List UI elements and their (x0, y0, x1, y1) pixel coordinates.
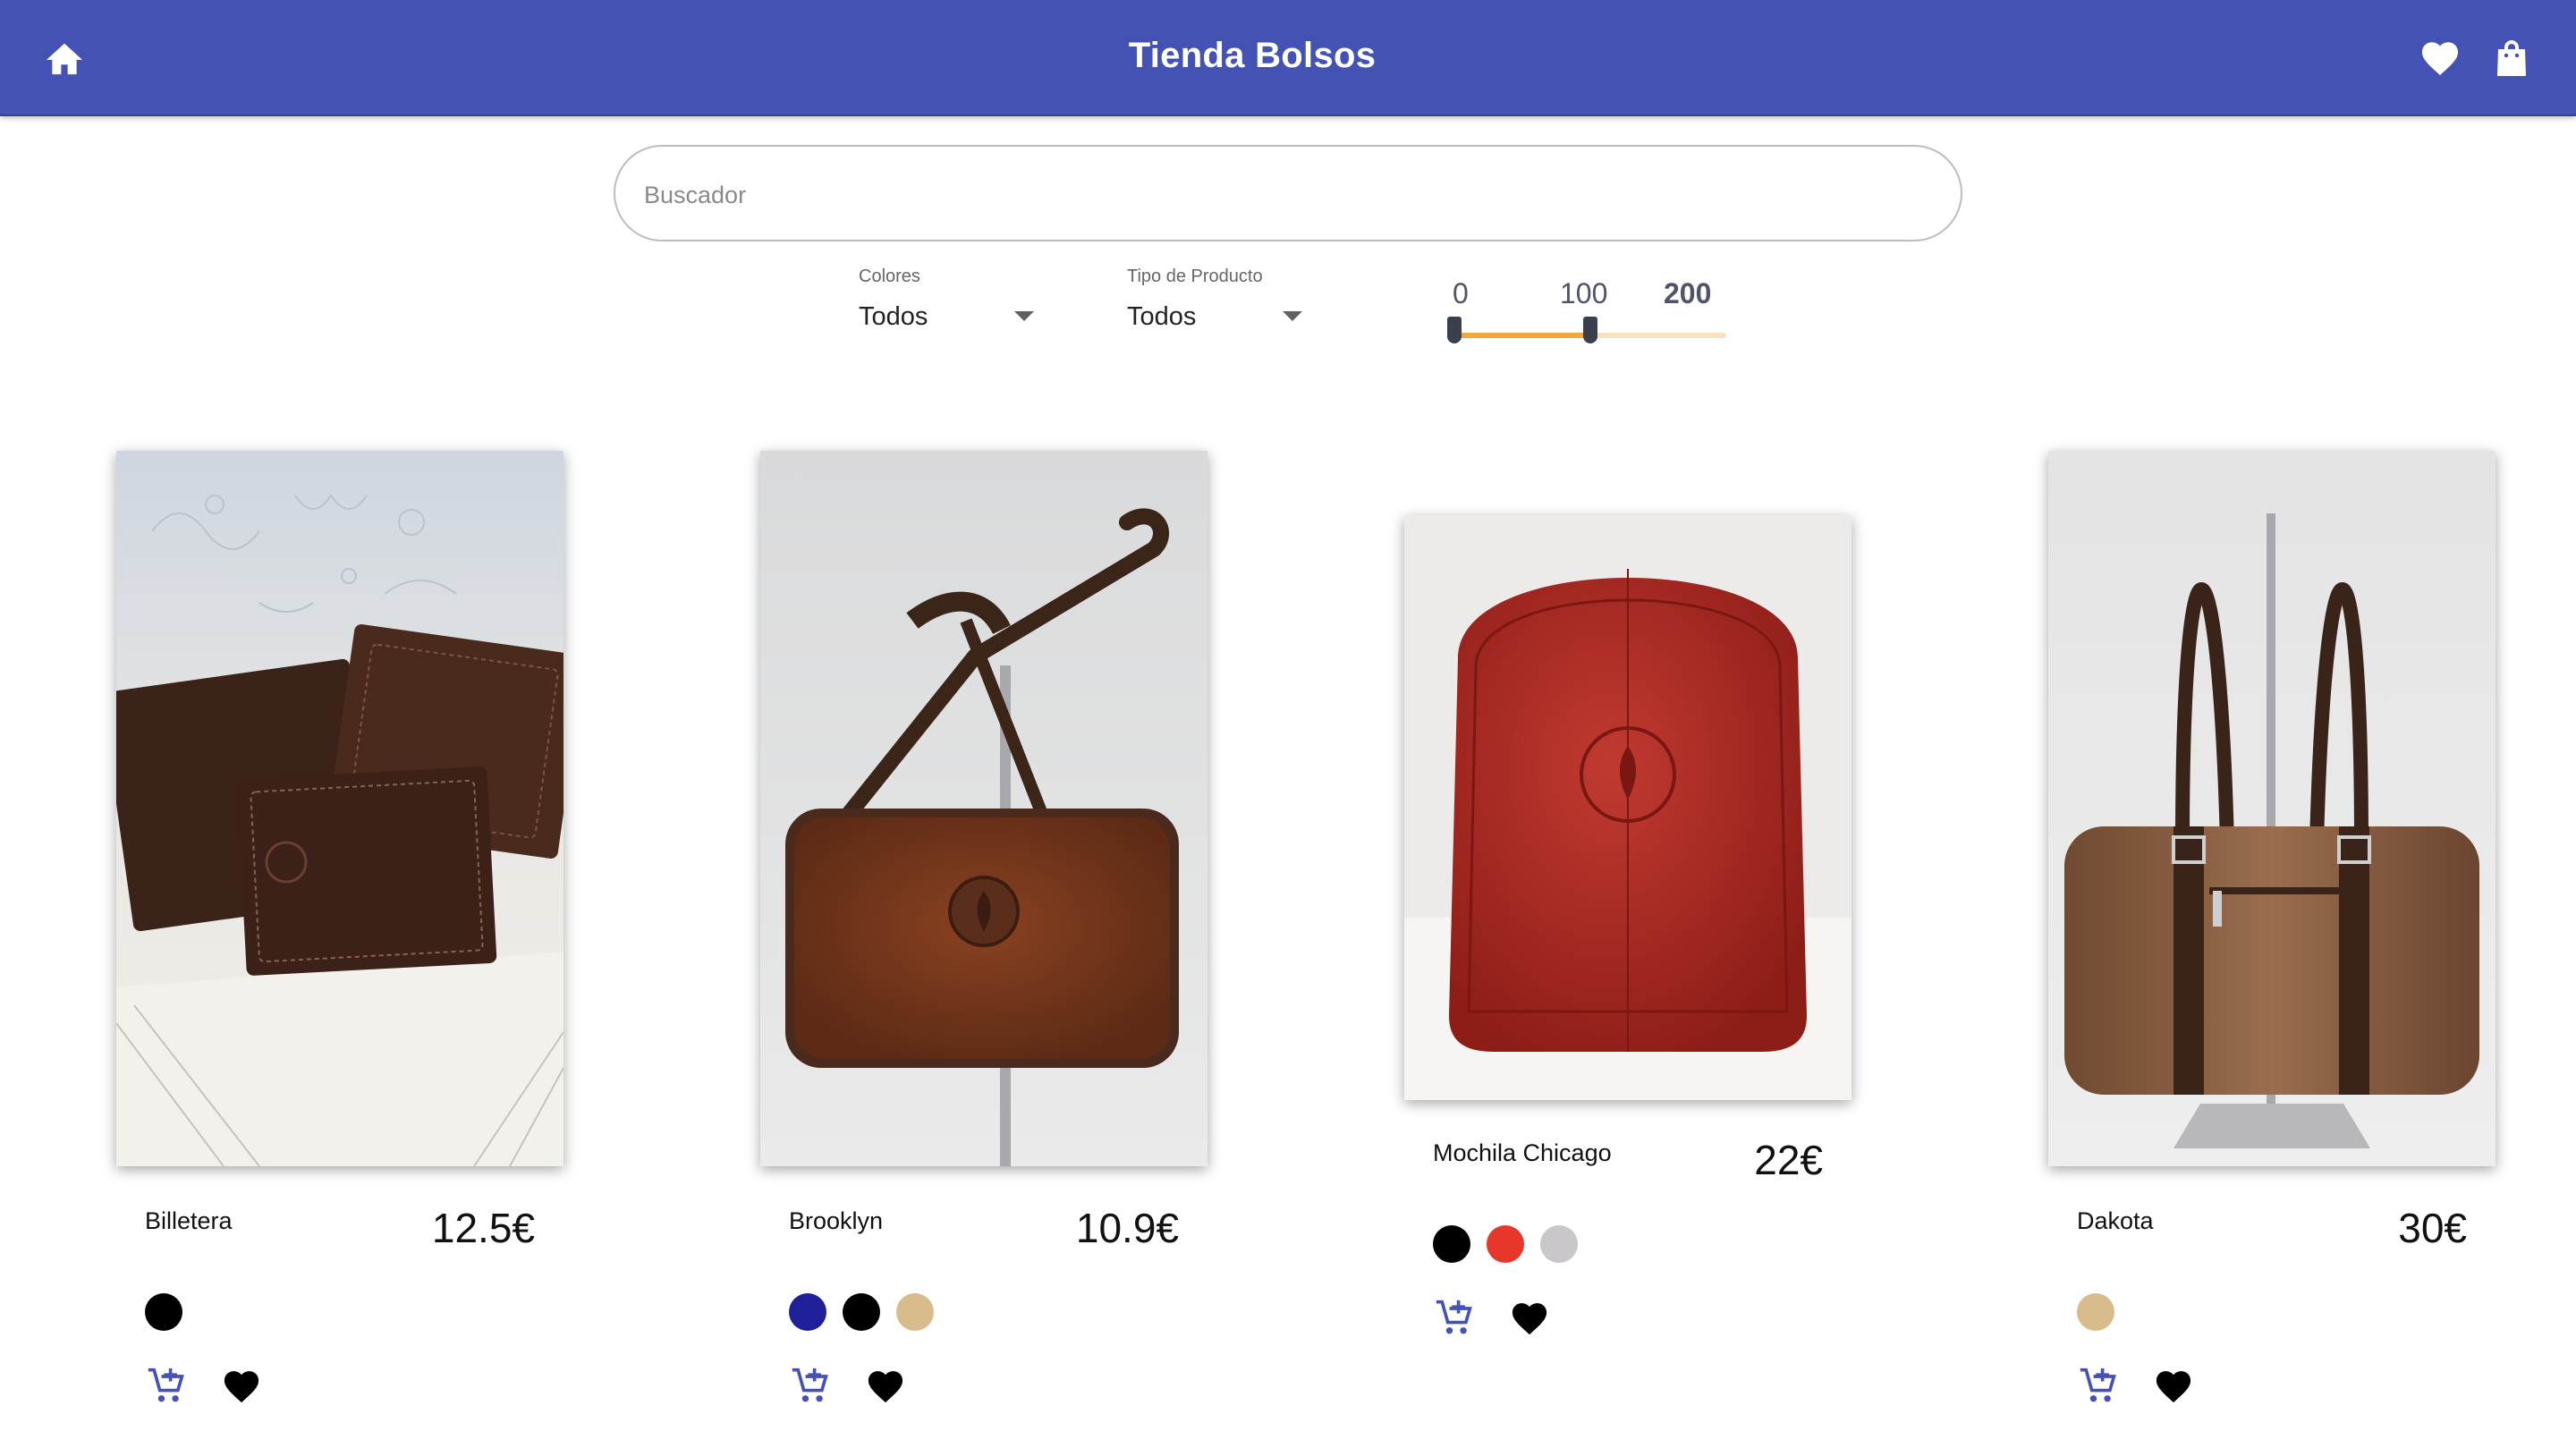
color-swatch-beige[interactable] (896, 1293, 934, 1331)
tipo-producto-value: Todos (1127, 302, 1197, 331)
favorite-heart-icon[interactable] (864, 1365, 907, 1408)
shopping-bag-icon[interactable] (2490, 37, 2533, 80)
product-actions (1433, 1297, 1551, 1340)
product-name: Billetera (145, 1207, 233, 1234)
add-to-cart-icon[interactable] (2077, 1365, 2120, 1408)
favorites-heart-icon[interactable] (2419, 37, 2462, 80)
color-swatch-black[interactable] (1433, 1225, 1470, 1263)
add-to-cart-icon[interactable] (145, 1365, 188, 1408)
product-actions (2077, 1365, 2195, 1408)
product-price: 30€ (2398, 1205, 2467, 1251)
color-swatches (1433, 1225, 1578, 1263)
app-title: Tienda Bolsos (1128, 36, 1377, 75)
price-tick-mid: 100 (1560, 277, 1608, 309)
color-swatches (2077, 1293, 2114, 1331)
tipo-producto-select[interactable]: Tipo de Producto Todos (1127, 267, 1306, 342)
product-image-billetera[interactable] (116, 451, 564, 1166)
favorite-heart-icon[interactable] (1508, 1297, 1551, 1340)
color-swatches (789, 1293, 934, 1331)
color-swatches (145, 1293, 182, 1331)
app-bar: Tienda Bolsos (0, 0, 2576, 116)
colores-label: Colores (859, 267, 920, 286)
search-box (614, 145, 1962, 241)
color-swatch-beige[interactable] (2077, 1293, 2114, 1331)
colores-select[interactable]: Colores Todos (859, 267, 1038, 342)
favorite-heart-icon[interactable] (220, 1365, 263, 1408)
price-tick-min: 0 (1453, 277, 1469, 309)
product-name: Dakota (2077, 1207, 2154, 1234)
colores-dropdown-arrow-icon (1014, 311, 1034, 321)
color-swatch-black[interactable] (843, 1293, 880, 1331)
product-price: 10.9€ (1075, 1205, 1179, 1251)
add-to-cart-icon[interactable] (789, 1365, 832, 1408)
tipo-producto-label: Tipo de Producto (1127, 267, 1263, 286)
product-price: 12.5€ (431, 1205, 535, 1251)
add-to-cart-icon[interactable] (1433, 1297, 1476, 1340)
colores-value: Todos (859, 302, 928, 331)
product-name: Mochila Chicago (1433, 1139, 1612, 1166)
price-slider-fill (1454, 333, 1590, 338)
color-swatch-grey[interactable] (1540, 1225, 1578, 1263)
product-image-brooklyn[interactable] (760, 451, 1208, 1166)
price-slider-min-handle[interactable] (1447, 317, 1462, 343)
price-slider-max-handle[interactable] (1583, 317, 1597, 343)
color-swatch-blue[interactable] (789, 1293, 826, 1331)
product-actions (145, 1365, 263, 1408)
search-input[interactable] (644, 170, 1914, 220)
product-image-mochila-chicago[interactable] (1404, 515, 1852, 1100)
price-tick-max: 200 (1664, 277, 1712, 309)
product-price: 22€ (1754, 1137, 1823, 1183)
color-swatch-red[interactable] (1487, 1225, 1524, 1263)
product-image-dakota[interactable] (2048, 451, 2496, 1166)
product-name: Brooklyn (789, 1207, 884, 1234)
product-actions (789, 1365, 907, 1408)
favorite-heart-icon[interactable] (2152, 1365, 2195, 1408)
tipo-producto-dropdown-arrow-icon (1283, 311, 1302, 321)
price-range-slider[interactable]: 0 100 200 (1440, 268, 1726, 349)
color-swatch-black[interactable] (145, 1293, 182, 1331)
